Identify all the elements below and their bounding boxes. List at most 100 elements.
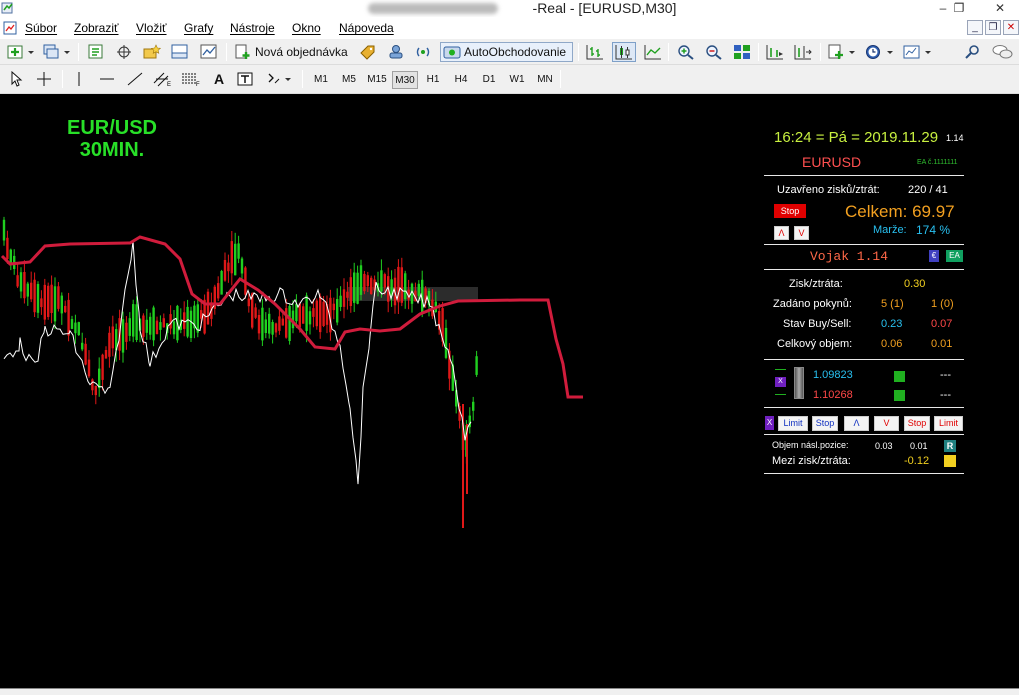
timeframe-h4[interactable]: H4 (448, 71, 474, 89)
euro-icon[interactable]: € (929, 250, 939, 262)
vertical-line-button[interactable] (70, 69, 88, 89)
menu-charts[interactable]: Grafy (184, 17, 213, 39)
equidistant-channel-button[interactable]: E (152, 69, 174, 89)
arrows-button[interactable] (264, 69, 294, 89)
candle-body (111, 326, 114, 349)
candle-body (33, 279, 36, 313)
templates-button[interactable] (902, 42, 934, 62)
menu-window[interactable]: Okno (292, 17, 321, 39)
favorites-button[interactable] (142, 42, 162, 62)
search-icon (965, 45, 979, 59)
candle-body (227, 262, 230, 272)
buy-market-button[interactable]: Λ (844, 416, 869, 431)
x-button[interactable]: X (765, 416, 774, 430)
menu-insert[interactable]: Vložiť (136, 17, 167, 39)
candle-body (206, 291, 210, 325)
zoom-out-icon (706, 45, 722, 60)
market-watch-button[interactable] (86, 42, 106, 62)
timeframe-m30[interactable]: M30 (392, 71, 418, 89)
sell-limit-button[interactable]: Limit (934, 416, 963, 431)
sell-order-toggle[interactable] (894, 390, 905, 401)
fibonacci-button[interactable]: F (180, 69, 202, 89)
tile-windows-button[interactable] (731, 42, 753, 62)
text-label-button[interactable] (236, 69, 254, 89)
close-all-x-icon[interactable]: X (775, 377, 786, 387)
timeframe-mn[interactable]: MN (532, 71, 558, 89)
timeframe-m1[interactable]: M1 (308, 71, 334, 89)
sell-market-button[interactable]: V (874, 416, 899, 431)
timeframe-m5[interactable]: M5 (336, 71, 362, 89)
mdi-minimize-button[interactable]: _ (967, 20, 983, 35)
candle-body (237, 243, 240, 259)
candle-body (94, 385, 97, 396)
timeframe-w1[interactable]: W1 (504, 71, 530, 89)
signals-button[interactable] (358, 42, 378, 62)
menu-help[interactable]: Nápoveda (339, 17, 394, 39)
ea-number: EA č.1111111 (917, 159, 958, 166)
candle-body (380, 270, 383, 292)
sell-stop-button[interactable]: Stop (904, 416, 930, 431)
menu-tools[interactable]: Nástroje (230, 17, 275, 39)
mdi-close-button[interactable]: ✕ (1003, 20, 1019, 35)
new-chart-button[interactable] (6, 42, 36, 62)
auto-scroll-button[interactable] (764, 42, 786, 62)
maximize-button[interactable]: ❐ (944, 0, 974, 17)
timeframe-h1[interactable]: H1 (420, 71, 446, 89)
zoom-in-button[interactable] (675, 42, 697, 62)
volume-buy: 0.06 (881, 338, 903, 350)
auto-trading-button[interactable]: AutoObchodovanie (440, 42, 573, 62)
vertical-line-icon (78, 72, 80, 86)
terminal-button[interactable] (170, 42, 190, 62)
close-button[interactable]: ✕ (985, 0, 1015, 17)
text-button[interactable]: A (210, 69, 228, 89)
trendline-icon (127, 72, 143, 86)
price-slider[interactable] (794, 367, 804, 399)
candle-body (152, 307, 155, 341)
candlestick-chart-button[interactable] (612, 42, 636, 62)
state-sell: 0.07 (931, 318, 953, 330)
reset-r-icon[interactable]: R (944, 440, 956, 452)
interim-yellow-toggle[interactable] (944, 455, 956, 467)
cursor-button[interactable] (8, 69, 26, 89)
buy-limit-button[interactable]: Limit (778, 416, 808, 431)
new-order-button[interactable]: Nová objednávka (234, 42, 349, 62)
interim-value: -0.12 (904, 455, 930, 467)
trendline-button[interactable] (126, 69, 144, 89)
crosshair-button[interactable] (34, 69, 54, 89)
profiles-button[interactable] (42, 42, 72, 62)
crosshair-icon (37, 72, 51, 86)
candle-body (230, 241, 233, 274)
price-chart[interactable]: EUR/USD 30MIN. 16:24 = Pá = 2019.11.29 1… (0, 94, 1019, 688)
candle-body (16, 275, 19, 287)
navigator-button[interactable] (114, 42, 134, 62)
mdi-restore-button[interactable]: ❐ (985, 20, 1001, 35)
timeframe-d1[interactable]: D1 (476, 71, 502, 89)
chart-shift-button[interactable] (792, 42, 814, 62)
menu-file[interactable]: Súbor (25, 17, 57, 39)
fibonacci-icon: F (182, 73, 200, 87)
indicators-button[interactable] (826, 42, 858, 62)
search-button[interactable] (963, 42, 983, 62)
candle-body (121, 319, 125, 353)
timeframe-m15[interactable]: M15 (364, 71, 390, 89)
pl-label: Zisk/ztráta: (789, 278, 843, 290)
stop-all-button[interactable]: Stop (774, 204, 806, 218)
buy-order-toggle[interactable] (894, 371, 905, 382)
broadcast-button[interactable] (413, 42, 433, 62)
menu-view[interactable]: Zobraziť (74, 17, 119, 39)
periods-button[interactable] (864, 42, 896, 62)
candle-body (346, 291, 349, 298)
close-buy-button[interactable]: Λ (774, 226, 789, 240)
ea-settings-icon[interactable]: EA (946, 250, 963, 262)
line-chart-button[interactable] (642, 42, 664, 62)
buy-stop-button[interactable]: Stop (812, 416, 838, 431)
horizontal-line-button[interactable] (98, 69, 116, 89)
bar-chart-button[interactable] (584, 42, 606, 62)
zoom-out-button[interactable] (703, 42, 725, 62)
candle-body (135, 304, 138, 340)
cursor-icon (11, 71, 23, 87)
close-sell-button[interactable]: V (794, 226, 809, 240)
market-button[interactable] (386, 42, 406, 62)
chat-button[interactable] (991, 42, 1015, 62)
strategy-tester-button[interactable] (200, 42, 218, 62)
